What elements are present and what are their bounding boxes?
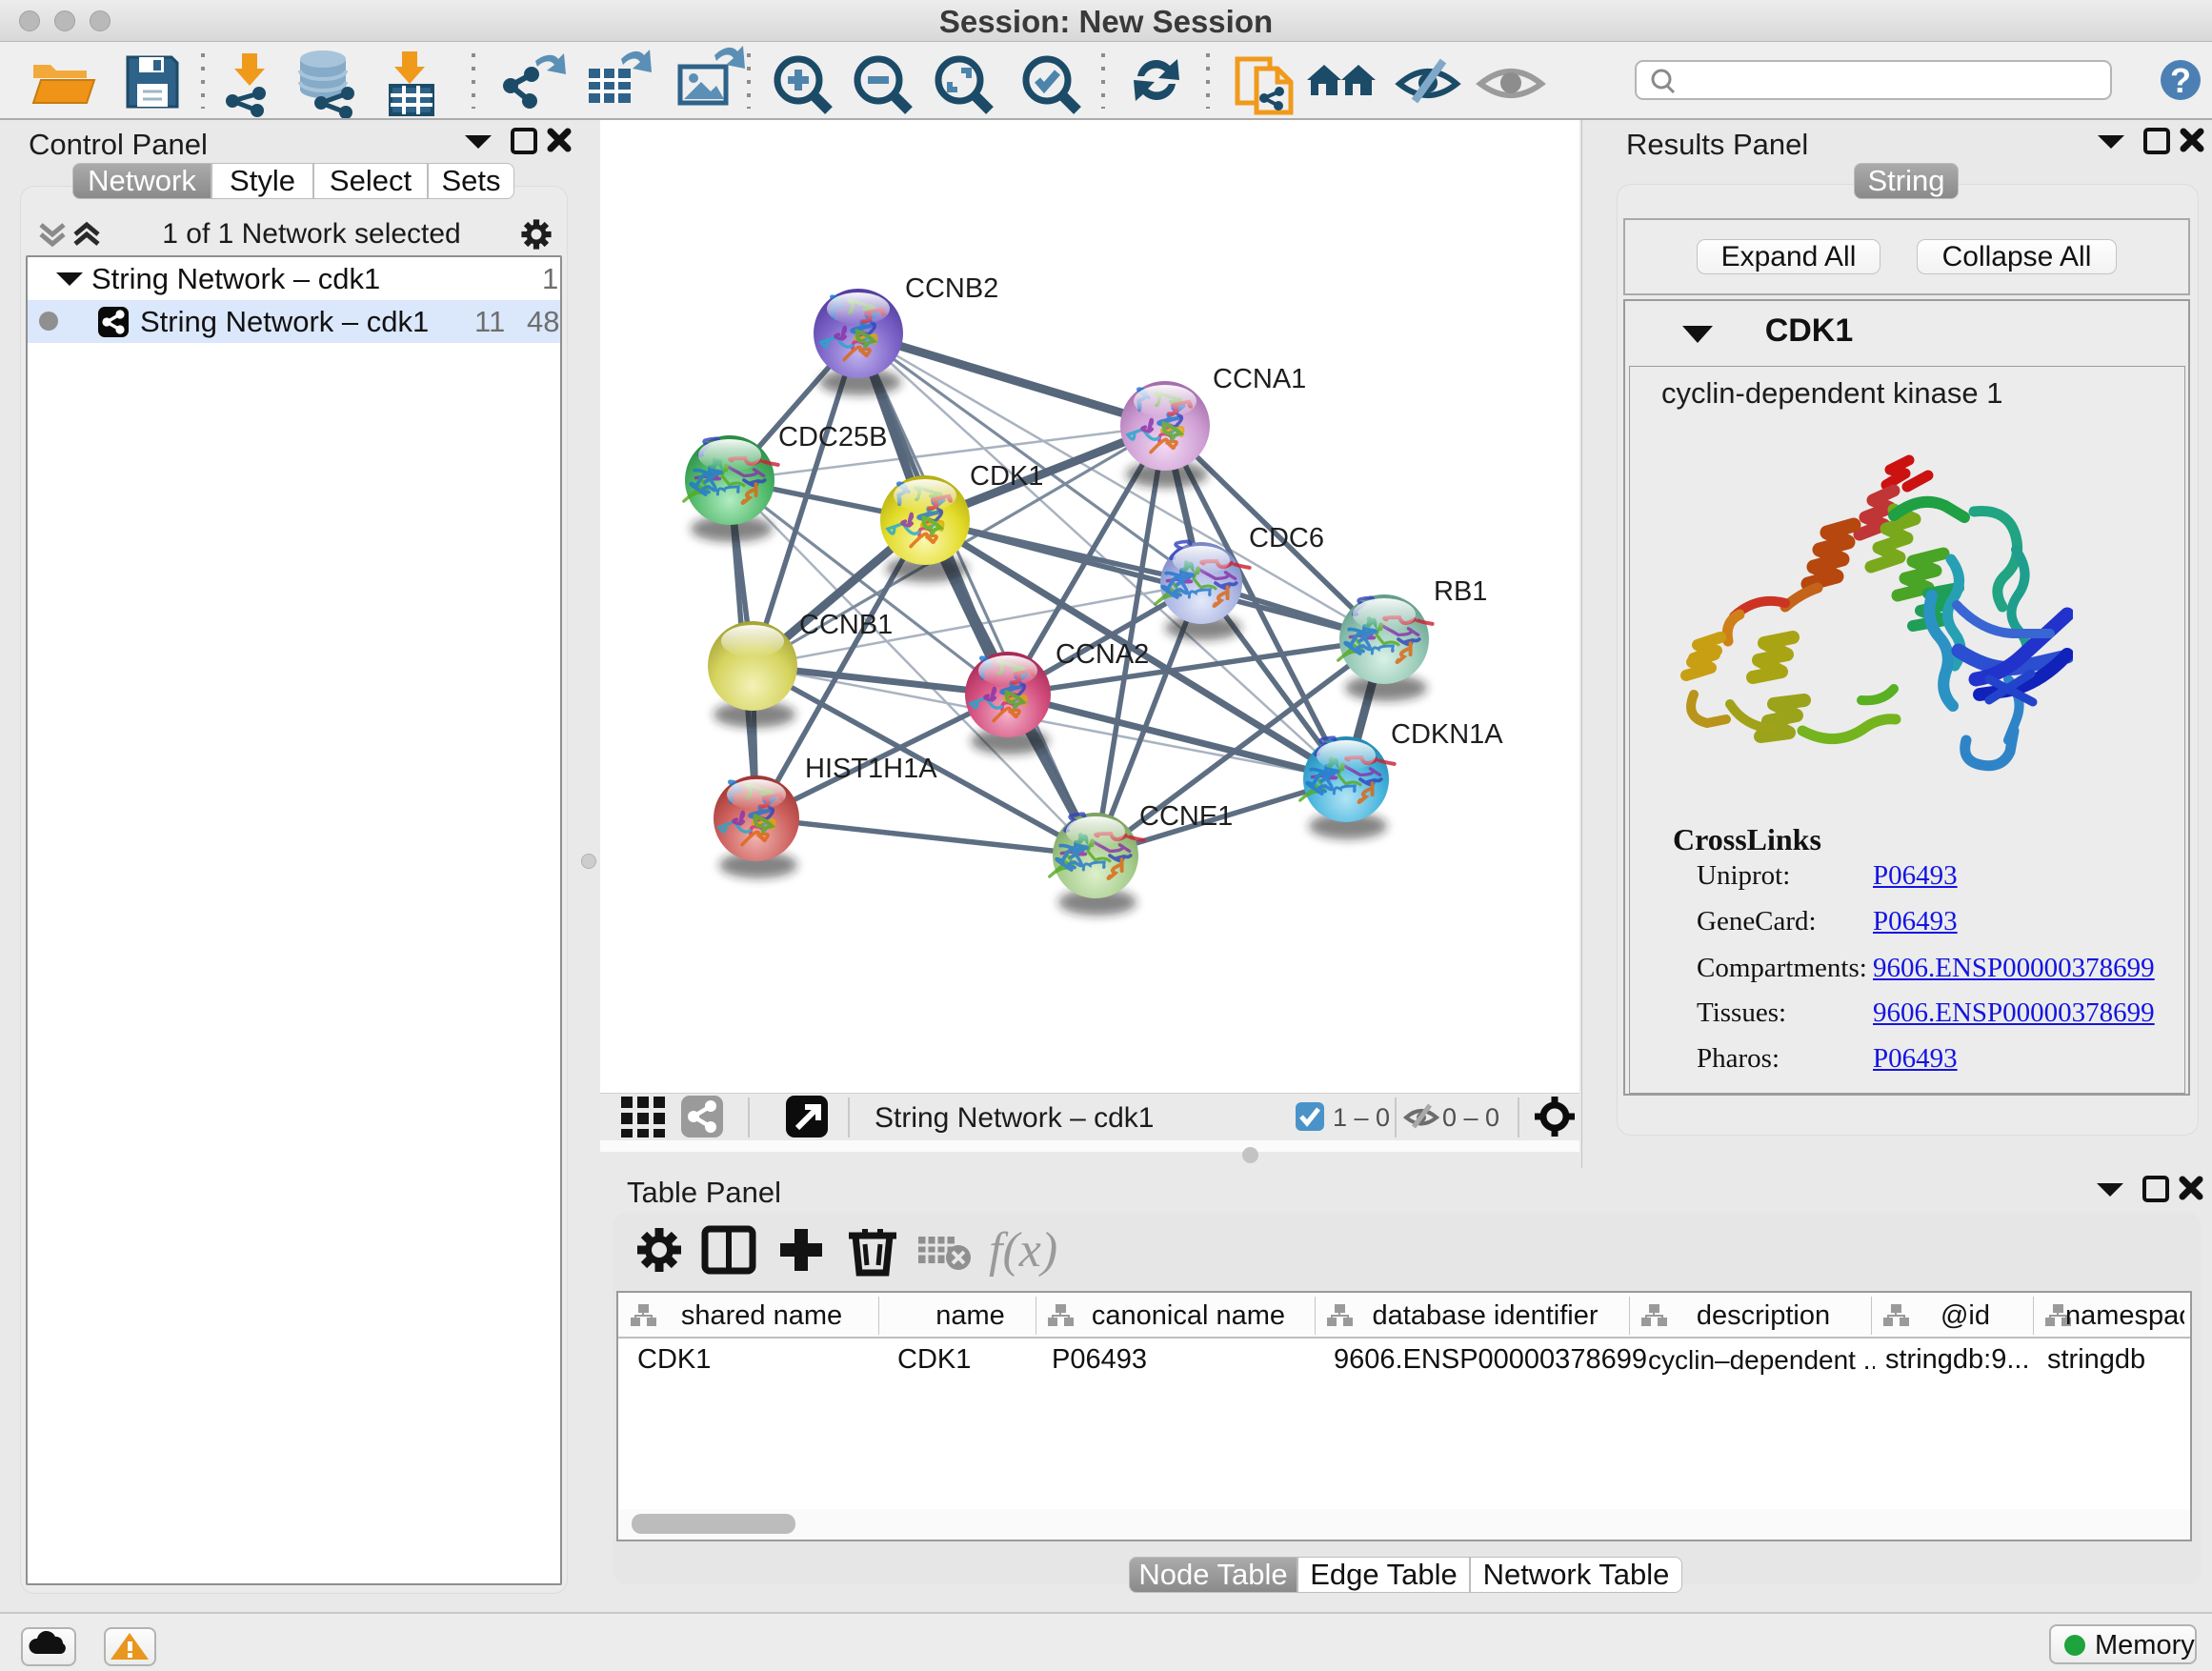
- svg-text:1 – 0: 1 – 0: [1333, 1103, 1390, 1132]
- svg-text:CCNE1: CCNE1: [1139, 801, 1233, 832]
- svg-text:?: ?: [2170, 61, 2191, 100]
- svg-text:String Network – cdk1: String Network – cdk1: [875, 1102, 1154, 1134]
- svg-text:CCNB2: CCNB2: [905, 273, 998, 304]
- svg-text:CCNB1: CCNB1: [799, 610, 893, 640]
- svg-text:0 – 0: 0 – 0: [1442, 1103, 1499, 1132]
- svg-text:RB1: RB1: [1434, 576, 1487, 607]
- svg-text:CDC25B: CDC25B: [778, 422, 887, 453]
- svg-text:CDKN1A: CDKN1A: [1391, 719, 1503, 750]
- svg-text:CDK1: CDK1: [970, 461, 1043, 492]
- svg-text:CDC6: CDC6: [1249, 523, 1324, 554]
- svg-text:f(x): f(x): [989, 1223, 1057, 1278]
- svg-text:HIST1H1A: HIST1H1A: [805, 754, 937, 784]
- svg-text:CCNA1: CCNA1: [1213, 364, 1306, 394]
- svg-text:CCNA2: CCNA2: [1056, 639, 1149, 670]
